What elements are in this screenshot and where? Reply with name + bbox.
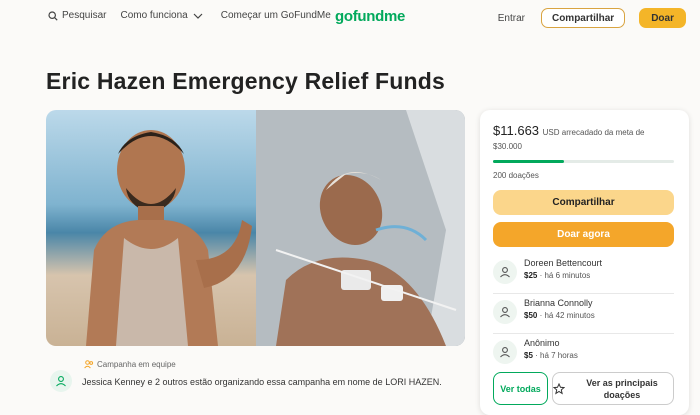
amount-raised: $11.663 USD arrecadado da meta de <box>493 123 645 138</box>
donation-item: Anônimo $5 · há 7 horas <box>493 338 674 374</box>
how-it-works-menu[interactable]: Como funciona <box>120 10 206 21</box>
donor-avatar <box>493 260 517 284</box>
search-link[interactable]: Pesquisar <box>48 10 106 21</box>
beach-portrait-illustration <box>86 130 252 346</box>
nav-left: Pesquisar Como funciona Começar um GoFun… <box>48 10 345 21</box>
raised-amount: $11.663 <box>493 123 540 138</box>
donation-meta: $5 · há 7 horas <box>524 351 578 360</box>
donation-amount: $50 <box>524 311 538 320</box>
donation-item: Doreen Bettencourt $25 · há 6 minutos <box>493 258 674 294</box>
donation-time: há 42 minutos <box>544 311 595 320</box>
start-gofundme-label: Começar um GoFundMe <box>220 10 331 21</box>
donation-time: há 7 horas <box>540 351 578 360</box>
progress-bar-fill <box>493 160 564 163</box>
divider <box>493 333 674 334</box>
donation-meta: $25 · há 6 minutos <box>524 271 591 280</box>
see-all-button[interactable]: Ver todas <box>493 372 548 405</box>
search-label: Pesquisar <box>62 10 107 21</box>
donor-name: Brianna Connolly <box>524 298 593 308</box>
donation-sidebar: $11.663 USD arrecadado da meta de $30.00… <box>480 110 689 415</box>
nav-right: Entrar Compartilhar Doar <box>498 8 686 28</box>
top-navigation: Pesquisar Como funciona Começar um GoFun… <box>0 0 700 36</box>
star-icon <box>553 382 565 394</box>
donor-avatar <box>493 340 517 364</box>
goal-amount: $30.000 <box>493 142 522 151</box>
hero-photo-hospital <box>256 110 465 346</box>
donor-name: Doreen Bettencourt <box>524 258 603 268</box>
donor-name: Anônimo <box>524 338 560 348</box>
hospital-bed-illustration <box>256 110 465 346</box>
gofundme-logo[interactable]: gofundme <box>335 8 405 25</box>
donation-amount: $25 <box>524 271 538 280</box>
header-share-button[interactable]: Compartilhar <box>540 8 626 28</box>
donate-now-button[interactable]: Doar agora <box>493 222 674 247</box>
donor-icon <box>500 347 510 358</box>
share-button[interactable]: Compartilhar <box>493 190 674 215</box>
organizer-text: Jessica Kenney e 2 outros estão organiza… <box>82 377 442 387</box>
donor-avatar <box>493 300 517 324</box>
team-campaign-label: Campanha em equipe <box>97 360 176 369</box>
sign-in-link[interactable]: Entrar <box>498 13 525 24</box>
how-it-works-label: Como funciona <box>120 10 188 21</box>
user-icon <box>56 376 66 387</box>
divider <box>493 293 674 294</box>
donation-item: Brianna Connolly $50 · há 42 minutos <box>493 298 674 334</box>
header-donate-button[interactable]: Doar <box>639 8 686 28</box>
donor-icon <box>500 267 510 278</box>
team-icon <box>84 360 94 369</box>
chevron-down-icon <box>193 13 203 19</box>
donor-icon <box>500 307 510 318</box>
see-top-donations-button[interactable]: Ver as principais doações <box>552 372 674 405</box>
raised-suffix: USD arrecadado da meta de <box>542 128 645 137</box>
hero-photo-beach <box>46 110 256 346</box>
campaign-title: Eric Hazen Emergency Relief Funds <box>46 68 446 94</box>
donation-time: há 6 minutos <box>544 271 591 280</box>
donation-count: 200 doações <box>493 171 539 180</box>
donation-meta: $50 · há 42 minutos <box>524 311 595 320</box>
team-campaign-tag: Campanha em equipe <box>84 360 176 369</box>
organizer-avatar <box>50 370 72 392</box>
search-icon <box>48 10 58 21</box>
donation-amount: $5 <box>524 351 533 360</box>
progress-bar <box>493 160 674 163</box>
start-gofundme-link[interactable]: Começar um GoFundMe <box>221 10 331 21</box>
campaign-hero-image <box>46 110 465 346</box>
see-top-donations-label: Ver as principais doações <box>586 377 658 400</box>
